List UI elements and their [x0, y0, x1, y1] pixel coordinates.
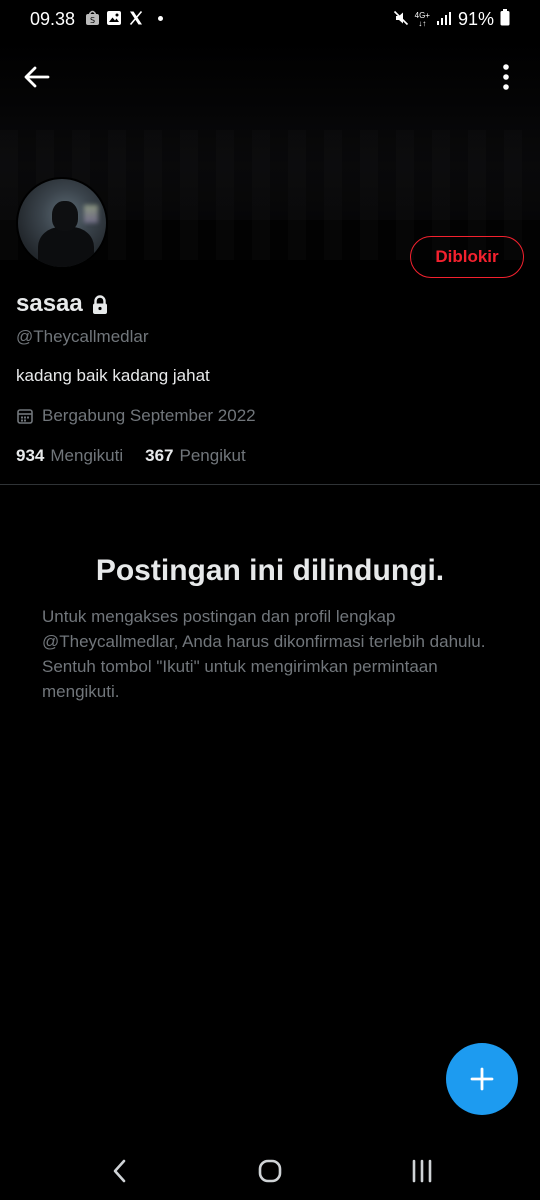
shopee-icon: S	[84, 10, 100, 26]
followers-count: 367	[145, 446, 174, 465]
plus-icon	[470, 1067, 494, 1091]
arrow-left-icon	[24, 66, 50, 88]
mute-icon	[393, 10, 409, 30]
blocked-button[interactable]: Diblokir	[410, 236, 524, 278]
recent-apps-icon	[412, 1159, 432, 1183]
system-nav-bar	[0, 1140, 540, 1200]
status-bar: 09.38 S 4G+ ↓↑ 91%	[0, 0, 540, 40]
notification-icons: S	[84, 10, 163, 26]
nav-back-button[interactable]	[108, 1158, 132, 1184]
joined-date-row: Bergabung September 2022	[16, 406, 256, 426]
more-notifications-dot	[158, 15, 163, 21]
following-link[interactable]: 934 Mengikuti	[16, 446, 123, 466]
system-icons: 4G+ ↓↑ 91%	[393, 9, 510, 30]
user-bio: kadang baik kadang jahat	[16, 366, 210, 385]
joined-date: Bergabung September 2022	[42, 406, 256, 425]
compose-button[interactable]	[446, 1043, 518, 1115]
avatar-silhouette-head	[52, 201, 78, 231]
protected-description: Untuk mengakses postingan dan profil len…	[42, 607, 486, 701]
x-icon	[128, 10, 144, 26]
avatar[interactable]	[16, 177, 108, 269]
gallery-icon	[106, 10, 122, 26]
status-time: 09.38	[30, 9, 76, 29]
signal-icon	[436, 10, 452, 29]
more-vertical-icon	[503, 64, 509, 90]
follow-stats: 934 Mengikuti 367 Pengikut	[16, 446, 246, 466]
following-count: 934	[16, 446, 45, 465]
avatar-silhouette-body	[38, 227, 94, 267]
divider	[0, 484, 540, 485]
avatar-light	[84, 205, 98, 223]
home-circle-icon	[258, 1159, 282, 1183]
back-button[interactable]	[22, 62, 52, 92]
nav-home-button[interactable]	[258, 1159, 282, 1183]
user-handle: @Theycallmedlar	[16, 327, 149, 346]
battery-level: 91%	[457, 9, 494, 29]
calendar-icon	[16, 407, 34, 425]
following-label: Mengikuti	[50, 446, 124, 465]
more-options-button[interactable]	[492, 62, 520, 92]
display-name: sasaa	[16, 290, 83, 317]
network-indicator: 4G+ ↓↑	[415, 11, 430, 28]
followers-link[interactable]: 367 Pengikut	[145, 446, 246, 466]
display-name-row: sasaa	[16, 290, 109, 318]
followers-label: Pengikut	[179, 446, 246, 465]
svg-text:S: S	[89, 16, 94, 25]
lock-icon	[91, 294, 109, 314]
nav-recent-apps-button[interactable]	[410, 1159, 434, 1183]
chevron-left-icon	[113, 1159, 126, 1183]
battery-icon	[500, 9, 510, 30]
network-activity: ↓↑	[418, 18, 427, 28]
protected-title: Postingan ini dilindungi.	[95, 554, 445, 587]
